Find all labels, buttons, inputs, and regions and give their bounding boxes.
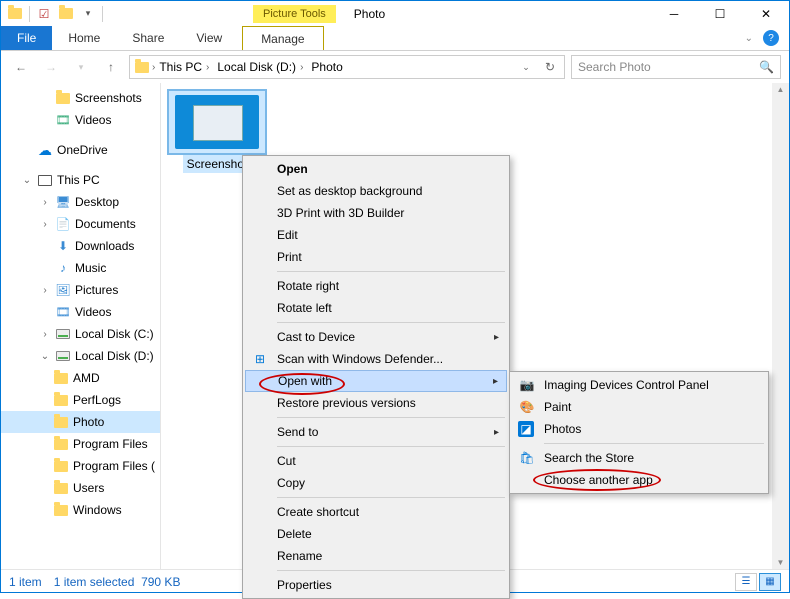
menu-3d-print[interactable]: 3D Print with 3D Builder xyxy=(245,202,507,224)
breadcrumb-segment[interactable]: Local Disk (D:)› xyxy=(213,60,307,74)
properties-icon[interactable]: ☑ xyxy=(36,6,52,22)
thumbnail-image xyxy=(175,95,259,149)
menu-open-with[interactable]: Open with▸ xyxy=(245,370,507,392)
maximize-button[interactable]: ☐ xyxy=(697,1,743,26)
tree-item-program-files-x86[interactable]: Program Files ( xyxy=(1,455,160,477)
refresh-button[interactable]: ↻ xyxy=(538,55,562,79)
menu-rename[interactable]: Rename xyxy=(245,545,507,567)
tab-view[interactable]: View xyxy=(180,26,238,50)
up-button[interactable]: ↑ xyxy=(99,55,123,79)
tree-item-onedrive[interactable]: ›☁OneDrive xyxy=(1,139,160,161)
new-folder-icon[interactable] xyxy=(58,6,74,22)
contextual-tab-label: Picture Tools xyxy=(253,5,336,23)
details-view-button[interactable]: ☰ xyxy=(735,573,757,591)
minimize-button[interactable]: ─ xyxy=(651,1,697,26)
breadcrumb-segment[interactable]: This PC› xyxy=(155,60,213,74)
menu-delete[interactable]: Delete xyxy=(245,523,507,545)
tree-item-documents[interactable]: ›📄Documents xyxy=(1,213,160,235)
tree-item-screenshots[interactable]: ›Screenshots xyxy=(1,87,160,109)
submenu-search-store[interactable]: 🛍Search the Store xyxy=(512,447,766,469)
quick-access-toolbar: ☑ ▾ xyxy=(1,6,109,22)
scrollbar[interactable] xyxy=(772,83,789,569)
menu-rotate-right[interactable]: Rotate right xyxy=(245,275,507,297)
tree-item-disk-d[interactable]: ⌄Local Disk (D:) xyxy=(1,345,160,367)
menu-rotate-left[interactable]: Rotate left xyxy=(245,297,507,319)
tree-item-music[interactable]: ›♪Music xyxy=(1,257,160,279)
tab-home[interactable]: Home xyxy=(52,26,116,50)
tree-item-amd[interactable]: AMD xyxy=(1,367,160,389)
paint-icon: 🎨 xyxy=(518,398,536,416)
tree-item-videos[interactable]: ›🎞Videos xyxy=(1,301,160,323)
folder-icon xyxy=(132,57,152,77)
search-icon: 🔍 xyxy=(759,60,774,74)
tab-file[interactable]: File xyxy=(1,26,52,50)
photos-icon: ◪ xyxy=(518,421,534,437)
submenu-paint[interactable]: 🎨Paint xyxy=(512,396,766,418)
tree-item-downloads[interactable]: ›⬇Downloads xyxy=(1,235,160,257)
tree-item-perflogs[interactable]: PerfLogs xyxy=(1,389,160,411)
tree-item-program-files[interactable]: Program Files xyxy=(1,433,160,455)
ribbon-expand-icon[interactable]: ⌄ xyxy=(745,33,753,44)
help-icon[interactable]: ? xyxy=(763,30,779,46)
tree-item-videos-qa[interactable]: ›🎞Videos xyxy=(1,109,160,131)
thumbnails-view-button[interactable]: ▦ xyxy=(759,573,781,591)
camera-icon: 📷 xyxy=(518,376,536,394)
menu-shortcut[interactable]: Create shortcut xyxy=(245,501,507,523)
tab-share[interactable]: Share xyxy=(116,26,180,50)
status-selection: 1 item selected 790 KB xyxy=(54,575,181,589)
ribbon-tabs: File Home Share View Manage ⌄ ? xyxy=(1,26,789,51)
recent-dropdown[interactable]: ▾ xyxy=(69,55,93,79)
tree-item-windows[interactable]: Windows xyxy=(1,499,160,521)
menu-send-to[interactable]: Send to▸ xyxy=(245,421,507,443)
menu-defender[interactable]: ⊞Scan with Windows Defender... xyxy=(245,348,507,370)
menu-print[interactable]: Print xyxy=(245,246,507,268)
status-item-count: 1 item xyxy=(9,575,42,589)
breadcrumb-segment[interactable]: Photo xyxy=(307,60,346,74)
tree-item-this-pc[interactable]: ⌄This PC xyxy=(1,169,160,191)
qat-customize-icon[interactable]: ▾ xyxy=(80,6,96,22)
submenu-photos[interactable]: ◪Photos xyxy=(512,418,766,440)
menu-copy[interactable]: Copy xyxy=(245,472,507,494)
tree-item-desktop[interactable]: ›🖥Desktop xyxy=(1,191,160,213)
tree-item-pictures[interactable]: ›🖼Pictures xyxy=(1,279,160,301)
store-icon: 🛍 xyxy=(518,449,536,467)
location-bar: ← → ▾ ↑ › This PC› Local Disk (D:)› Phot… xyxy=(1,51,789,83)
address-bar[interactable]: › This PC› Local Disk (D:)› Photo ⌄ ↻ xyxy=(129,55,565,79)
address-dropdown-icon[interactable]: ⌄ xyxy=(514,55,538,79)
tree-item-users[interactable]: Users xyxy=(1,477,160,499)
forward-button[interactable]: → xyxy=(39,55,63,79)
back-button[interactable]: ← xyxy=(9,55,33,79)
tab-manage[interactable]: Manage xyxy=(242,26,323,50)
search-input[interactable]: Search Photo 🔍 xyxy=(571,55,781,79)
menu-open[interactable]: Open xyxy=(245,158,507,180)
menu-restore-versions[interactable]: Restore previous versions xyxy=(245,392,507,414)
defender-icon: ⊞ xyxy=(251,350,269,368)
submenu-imaging-devices[interactable]: 📷Imaging Devices Control Panel xyxy=(512,374,766,396)
context-menu: Open Set as desktop background 3D Print … xyxy=(242,155,510,599)
menu-cast[interactable]: Cast to Device▸ xyxy=(245,326,507,348)
menu-set-wallpaper[interactable]: Set as desktop background xyxy=(245,180,507,202)
menu-cut[interactable]: Cut xyxy=(245,450,507,472)
window-title: Photo xyxy=(354,7,385,21)
menu-edit[interactable]: Edit xyxy=(245,224,507,246)
folder-icon xyxy=(7,6,23,22)
submenu-choose-app[interactable]: Choose another app xyxy=(512,469,766,491)
navigation-pane: ›Screenshots ›🎞Videos ›☁OneDrive ⌄This P… xyxy=(1,83,161,569)
title-bar: ☑ ▾ Picture Tools Photo ─ ☐ ✕ xyxy=(1,1,789,26)
submenu-open-with: 📷Imaging Devices Control Panel 🎨Paint ◪P… xyxy=(509,371,769,494)
tree-item-disk-c[interactable]: ›Local Disk (C:) xyxy=(1,323,160,345)
tree-item-photo[interactable]: Photo xyxy=(1,411,160,433)
close-button[interactable]: ✕ xyxy=(743,1,789,26)
search-placeholder: Search Photo xyxy=(578,60,651,74)
